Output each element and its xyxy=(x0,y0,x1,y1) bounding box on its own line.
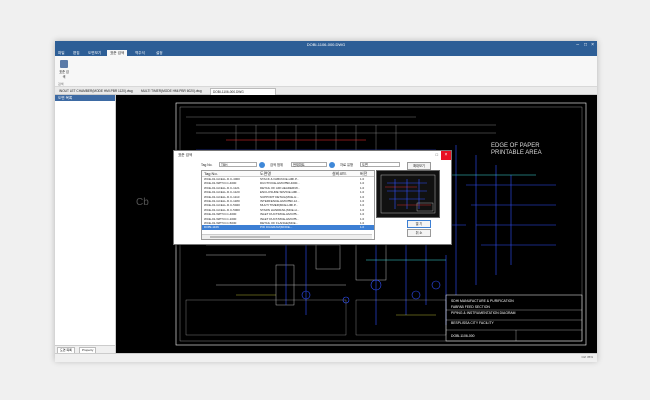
document-tab[interactable]: DOBI-1106-000.DWG xyxy=(210,88,276,95)
open-button[interactable]: 열 기 xyxy=(407,220,431,228)
dialog-title-bar: 표준 검색 □ × xyxy=(174,151,451,160)
cancel-button[interactable]: 취 소 xyxy=(407,229,431,237)
list-rows: WCE-01-GCELL.D.C-4000 STACK & FABCNCE-HMI… xyxy=(202,177,374,230)
status-text: Ctrl 35% xyxy=(581,355,593,359)
scope-search-icon[interactable] xyxy=(329,162,335,168)
standard-search-label: 표준 검색 xyxy=(59,70,69,79)
scrollbar-thumb[interactable] xyxy=(210,236,270,238)
data-type-select[interactable]: 도면 xyxy=(360,162,400,167)
standard-search-button[interactable]: 표준 검색 xyxy=(58,60,70,79)
maximize-icon[interactable]: □ xyxy=(584,42,587,48)
row-tag: DOBI-1106 xyxy=(204,225,219,230)
minimize-icon[interactable]: – xyxy=(576,42,579,48)
sidebar: 도면 목록 도면 목록 Property xyxy=(55,95,116,354)
scope-select[interactable]: 현재파트 xyxy=(291,162,327,167)
row-drawing-name: PID DIAGRAM(MODE... xyxy=(260,225,293,230)
search-document-icon xyxy=(60,60,68,68)
ribbon-tab-bar: 파일 편집 도면보기 표준 검색 역주석 설정 xyxy=(55,49,597,56)
dialog-maximize-icon[interactable]: □ xyxy=(436,152,438,157)
title-bar: DOBI-1106-000.DWG – □ × xyxy=(55,41,597,49)
tag-search-icon[interactable] xyxy=(259,162,265,168)
document-tab[interactable]: MULTI TIMER(MODE HMI.PBR 6020).dwg xyxy=(139,88,213,94)
list-item[interactable]: DOBI-1106 PID DIAGRAM(MODE... 1.0 xyxy=(202,225,374,230)
status-bar: Ctrl 35% xyxy=(55,353,597,362)
printable-area-note: PRINTABLE AREA xyxy=(491,150,542,156)
title-block-line-4: BESPLISSA CITY FACILITY xyxy=(451,321,494,325)
row-version: 1.0 xyxy=(360,225,365,230)
dialog-title: 표준 검색 xyxy=(178,153,193,157)
data-type-label: 자료 유형 xyxy=(340,163,354,167)
drawing-number: DOBI-1106-000 xyxy=(451,334,475,338)
scope-label: 검색 범위 xyxy=(270,163,284,167)
document-tab[interactable]: INOUT LET CHAMBER(MODE HMI.PBR 1120).dwg xyxy=(57,88,141,94)
preview-thumbnail xyxy=(380,174,436,214)
title-block-line-2: FABFAB FEED SECTION xyxy=(451,305,490,309)
horizontal-scrollbar[interactable] xyxy=(202,234,372,239)
sidebar-tab-bar: 도면 목록 Property xyxy=(55,345,115,354)
edge-of-paper-note: EDGE OF PAPER xyxy=(491,143,540,149)
standard-search-dialog: 표준 검색 □ × Tag No. TBH 검색 범위 현재파트 자료 유형 도… xyxy=(173,150,452,245)
title-block-line-1: SDHI MANUFACTURE & PURIFICATION xyxy=(451,299,514,303)
tag-no-label: Tag No. xyxy=(201,163,213,167)
window-title: DOBI-1106-000.DWG xyxy=(306,42,346,47)
document-tab-bar: INOUT LET CHAMBER(MODE HMI.PBR 1120).dwg… xyxy=(55,87,597,95)
ribbon: 표준 검색 검색 xyxy=(55,56,597,87)
tag-no-input[interactable]: TBH xyxy=(219,162,257,167)
dialog-close-button[interactable]: × xyxy=(441,151,451,160)
drawing-preview xyxy=(376,170,440,218)
sidebar-header: 도면 목록 xyxy=(55,95,115,101)
zoom-view-button[interactable]: 확대보기 xyxy=(407,162,431,170)
column-header-tag[interactable]: Tag No. xyxy=(204,171,259,176)
search-results-list[interactable]: Tag No. 도면명 설비코드 버전 WCE-01-GCELL.D.C-400… xyxy=(201,170,375,240)
title-block-line-3: PIPING & INSTRUMENTATION DIAGRAM xyxy=(451,311,516,315)
ribbon-group-label: 검색 xyxy=(58,82,64,86)
close-icon[interactable]: × xyxy=(591,42,594,48)
svg-text:Cb: Cb xyxy=(136,197,149,208)
